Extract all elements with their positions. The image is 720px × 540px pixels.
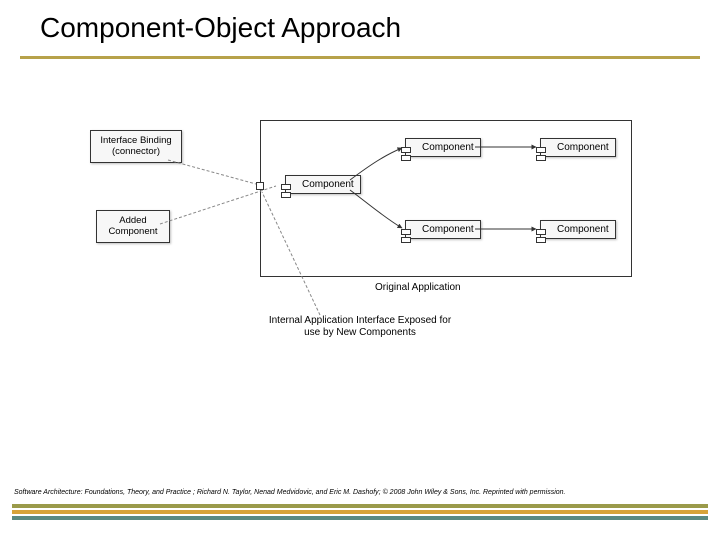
interface-port	[256, 182, 264, 190]
footer-bar	[12, 504, 708, 508]
slide: Component-Object Approach Component Comp…	[0, 0, 720, 540]
component-box: Component	[405, 220, 481, 239]
original-application-caption: Original Application	[375, 282, 461, 294]
interface-binding-label: Interface Binding (connector)	[90, 130, 182, 163]
footer-citation: Software Architecture: Foundations, Theo…	[14, 489, 565, 496]
internal-interface-caption: Internal Application Interface Exposed f…	[240, 315, 480, 339]
slide-title: Component-Object Approach	[40, 12, 401, 44]
footer-bar	[12, 516, 708, 520]
footer-bars	[12, 504, 708, 522]
component-box: Component	[540, 138, 616, 157]
component-box: Component	[540, 220, 616, 239]
diagram-area: Component Component Component Component …	[90, 120, 630, 340]
component-box: Component	[285, 175, 361, 194]
component-box: Component	[405, 138, 481, 157]
title-underline	[20, 56, 700, 59]
footer-bar	[12, 510, 708, 514]
added-component-label: Added Component	[96, 210, 170, 243]
